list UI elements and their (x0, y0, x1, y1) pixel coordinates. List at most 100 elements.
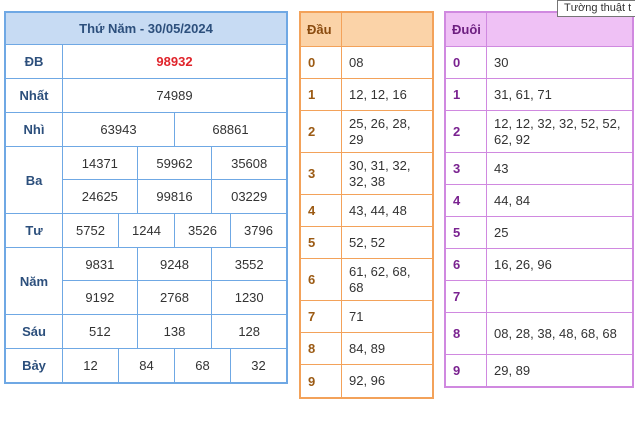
duoi-values: 29, 89 (494, 362, 531, 378)
duoi-digit: 5 (446, 217, 487, 248)
prize-label: ĐB (6, 45, 63, 78)
duoi-digit: 3 (446, 153, 487, 184)
dau-values: 30, 31, 32, 32, 38 (349, 157, 411, 189)
prize-row: Bảy 12 84 68 32 (6, 349, 286, 382)
dau-digit: 3 (301, 153, 342, 194)
prize-number: 1230 (234, 290, 264, 305)
duoi-row: 6 16, 26, 96 (446, 248, 632, 280)
prize-number: 84 (119, 349, 175, 382)
prize-row: Nhì 63943 68861 (6, 113, 286, 147)
prize-label: Nhì (6, 113, 63, 146)
dau-values: 08 (349, 54, 364, 70)
prize-number: 99816 (138, 180, 213, 213)
duoi-row: 3 43 (446, 152, 632, 184)
duoi-table: Đuôi 0 30 1 31, 61, 71 2 12, 12, 32, 32, 52, … (444, 11, 634, 388)
dau-digit: 2 (301, 111, 342, 152)
prize-number: 68861 (212, 122, 249, 137)
dau-digit: 9 (301, 365, 342, 397)
prize-number: 32 (251, 358, 266, 373)
dau-values: 43, 44, 48 (349, 202, 407, 218)
prize-row: Ba 14371 59962 35608 24625 99816 03229 (6, 147, 286, 214)
duoi-digit: 6 (446, 249, 487, 280)
dau-values: 25, 26, 28, 29 (349, 115, 411, 147)
dau-digit: 5 (301, 227, 342, 258)
prize-row: Năm 9831 9248 3552 9192 2768 1230 (6, 248, 286, 315)
prize-number: 59962 (138, 147, 213, 179)
dau-row: 9 92, 96 (301, 364, 432, 397)
duoi-values: 25 (494, 224, 509, 240)
duoi-row: 2 12, 12, 32, 32, 52, 52, 62, 92 (446, 110, 632, 152)
results-title: Thứ Năm - 30/05/2024 (6, 13, 286, 45)
prize-number: 512 (63, 315, 138, 348)
duoi-row: 7 (446, 280, 632, 312)
prize-label: Ba (6, 147, 63, 213)
duoi-header-label: Đuôi (446, 13, 487, 46)
prize-number: 3552 (234, 256, 264, 272)
duoi-row: 0 30 (446, 46, 632, 78)
dau-digit: 4 (301, 195, 342, 226)
dau-values: 61, 62, 68, 68 (349, 263, 411, 295)
prize-number: 9192 (63, 281, 138, 314)
duoi-row: 9 29, 89 (446, 354, 632, 386)
prize-number: 14371 (63, 147, 138, 179)
duoi-header: Đuôi (446, 13, 632, 46)
dau-digit: 0 (301, 47, 342, 78)
dau-row: 2 25, 26, 28, 29 (301, 110, 432, 152)
duoi-values: 08, 28, 38, 48, 68, 68 (494, 325, 617, 341)
duoi-values: 31, 61, 71 (494, 86, 552, 102)
prize-number: 5752 (63, 214, 119, 247)
dau-row: 7 71 (301, 300, 432, 332)
duoi-values: 12, 12, 32, 32, 52, 52, 62, 92 (494, 115, 621, 147)
duoi-row: 4 44, 84 (446, 184, 632, 216)
prize-number: 9831 (63, 248, 138, 280)
duoi-values: 30 (494, 54, 509, 70)
duoi-digit: 1 (446, 79, 487, 110)
prize-row: ĐB 98932 (6, 45, 286, 79)
dau-values: 52, 52 (349, 234, 386, 250)
duoi-digit: 4 (446, 185, 487, 216)
dau-row: 5 52, 52 (301, 226, 432, 258)
prize-number: 128 (238, 324, 261, 339)
dau-header: Đầu (301, 13, 432, 46)
duoi-values: 44, 84 (494, 192, 531, 208)
dau-digit: 6 (301, 259, 342, 300)
dau-values: 84, 89 (349, 340, 386, 356)
dau-header-label: Đầu (301, 13, 342, 46)
prize-number: 138 (138, 315, 213, 348)
duoi-row: 1 31, 61, 71 (446, 78, 632, 110)
dau-row: 6 61, 62, 68, 68 (301, 258, 432, 300)
duoi-digit: 7 (446, 281, 487, 312)
duoi-values (487, 281, 632, 312)
prize-label: Năm (6, 248, 63, 314)
prize-number: 1244 (119, 214, 175, 247)
prize-row: Sáu 512 138 128 (6, 315, 286, 349)
dau-values: 92, 96 (349, 373, 386, 388)
dau-values: 12, 12, 16 (349, 86, 407, 102)
prize-number: 03229 (231, 189, 268, 204)
dau-row: 3 30, 31, 32, 32, 38 (301, 152, 432, 194)
results-table: Thứ Năm - 30/05/2024 ĐB 98932 Nhất 74989 Nhì… (4, 11, 288, 384)
prize-number: 2768 (138, 281, 213, 314)
duoi-values: 43 (494, 160, 509, 176)
prize-number: 3526 (175, 214, 231, 247)
prize-number: 12 (63, 349, 119, 382)
duoi-digit: 8 (446, 313, 487, 354)
dau-row: 4 43, 44, 48 (301, 194, 432, 226)
prize-label: Bảy (6, 349, 63, 382)
duoi-digit: 2 (446, 111, 487, 152)
duoi-digit: 0 (446, 47, 487, 78)
prize-number: 3796 (244, 223, 273, 238)
dau-row: 0 08 (301, 46, 432, 78)
dau-values: 71 (349, 308, 364, 324)
dau-digit: 7 (301, 301, 342, 332)
dau-row: 8 84, 89 (301, 332, 432, 364)
prize-number: 35608 (231, 155, 268, 171)
prize-label: Tư (6, 214, 63, 247)
prize-number: 68 (175, 349, 231, 382)
prize-label: Nhất (6, 79, 63, 112)
dau-digit: 1 (301, 79, 342, 110)
prize-number: 74989 (156, 88, 193, 103)
duoi-values: 16, 26, 96 (494, 256, 552, 272)
special-prize-number: 98932 (156, 54, 193, 69)
duoi-row: 8 08, 28, 38, 48, 68, 68 (446, 312, 632, 354)
